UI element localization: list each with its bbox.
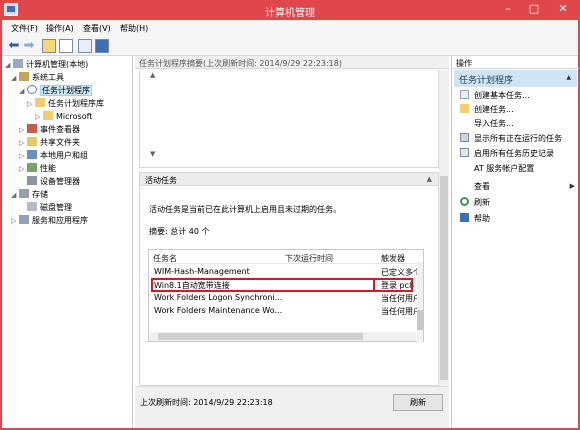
summary-footer: 上次刷新时间: 2014/9/29 22:23:18 刷新 xyxy=(135,386,449,428)
tree-node-task-scheduler[interactable]: ◢ 任务计划程序 xyxy=(19,85,92,97)
users-icon xyxy=(27,150,37,159)
tree-node-services[interactable]: ▷ 服务和应用程序 xyxy=(11,215,88,227)
performance-icon xyxy=(27,163,37,172)
create-task-icon xyxy=(460,104,469,113)
close-button[interactable]: ✕ xyxy=(546,0,580,18)
tree-node-event-viewer[interactable]: ▷ 事件查看器 xyxy=(19,124,80,136)
show-hide-tree-icon[interactable] xyxy=(59,39,73,53)
tree-node-performance[interactable]: ▷ 性能 xyxy=(19,163,56,175)
navigation-tree: ◢ 计算机管理(本地) ◢ 系统工具 ◢ 任务计划程序 ▷ 任务计划程序库 ▷ Micro… xyxy=(2,56,133,428)
computer-icon xyxy=(13,59,23,68)
action-enable-history[interactable]: 启用所有任务历史记录 xyxy=(460,148,554,159)
refresh-button[interactable]: 刷新 xyxy=(393,394,443,411)
minimize-button[interactable]: – xyxy=(494,0,522,18)
actions-pane: 操作 任务计划程序 ▲ 创建基本任务... 创建任务... 导入任务... 显示所… xyxy=(451,56,579,428)
up-folder-icon[interactable] xyxy=(42,39,56,53)
action-view[interactable]: 查看 ▶ xyxy=(460,181,575,192)
event-viewer-icon xyxy=(27,124,37,133)
collapse-section-icon[interactable]: ▲ xyxy=(427,175,432,183)
menu-help[interactable]: 帮助(H) xyxy=(120,23,148,34)
tree-node-shared-folders[interactable]: ▷ 共享文件夹 xyxy=(19,137,80,149)
center-scrollbar[interactable] xyxy=(439,70,449,386)
action-create-basic-task[interactable]: 创建基本任务... xyxy=(460,90,530,101)
storage-icon xyxy=(19,189,29,198)
tree-node-local-users[interactable]: ▷ 本地用户和组 xyxy=(19,150,88,162)
folder-icon xyxy=(43,111,53,120)
actions-header: 操作 xyxy=(452,56,579,69)
table-row[interactable]: Work Folders Logon Synchroni... 当任何用户 xyxy=(152,293,417,305)
list-scrollbar-thumb[interactable] xyxy=(417,310,423,330)
scrollbar-thumb[interactable] xyxy=(440,176,448,380)
menu-action[interactable]: 操作(A) xyxy=(46,23,74,34)
toolbar: ⬅ ➡ xyxy=(2,37,578,56)
title-bar: 计算机管理 – □ ✕ xyxy=(0,0,580,20)
tree-node-device-manager[interactable]: 设备管理器 xyxy=(27,176,80,188)
refresh-icon xyxy=(460,197,469,206)
overview-section: ▲ ▼ xyxy=(139,70,439,168)
tree-node-storage[interactable]: ◢ 存储 xyxy=(11,189,48,201)
actions-section-task-scheduler[interactable]: 任务计划程序 ▲ xyxy=(454,70,577,87)
tools-icon xyxy=(19,72,29,81)
last-refresh-text: 上次刷新时间: 2014/9/29 22:23:18 xyxy=(140,398,273,407)
tree-node-root[interactable]: ◢ 计算机管理(本地) xyxy=(5,59,88,71)
tree-node-disk-management[interactable]: 磁盘管理 xyxy=(27,202,72,214)
tree-node-system-tools[interactable]: ◢ 系统工具 xyxy=(11,72,64,84)
collapse-down-icon[interactable]: ▼ xyxy=(150,150,155,158)
window: 计算机管理 – □ ✕ 文件(F) 操作(A) 查看(V) 帮助(H) ⬅ ➡ … xyxy=(0,0,580,430)
window-title: 计算机管理 xyxy=(265,8,315,19)
running-tasks-icon xyxy=(460,133,469,142)
list-scrollbar[interactable] xyxy=(417,262,423,342)
active-tasks-header[interactable]: 活动任务 ▲ xyxy=(140,173,438,186)
highlight-box-trigger xyxy=(373,278,413,292)
help-icon xyxy=(460,213,469,222)
submenu-arrow-icon: ▶ xyxy=(569,182,575,190)
maximize-button[interactable]: □ xyxy=(520,0,548,18)
collapse-up-icon[interactable]: ▲ xyxy=(566,74,571,81)
action-help[interactable]: 帮助 xyxy=(460,213,490,224)
help-toolbar-icon[interactable] xyxy=(95,39,109,53)
menu-view[interactable]: 查看(V) xyxy=(83,23,111,34)
summary-header: 任务计划程序摘要(上次刷新时间: 2014/9/29 22:23:18) xyxy=(135,56,449,69)
folder-icon xyxy=(35,98,45,107)
tree-node-microsoft[interactable]: ▷ Microsoft xyxy=(35,111,92,123)
tree-node-task-library[interactable]: ▷ 任务计划程序库 xyxy=(27,98,104,110)
table-row[interactable]: Work Folders Maintenance Wo... 当任何用户 xyxy=(152,306,417,318)
forward-arrow-icon[interactable]: ➡ xyxy=(22,39,36,53)
menu-file[interactable]: 文件(F) xyxy=(11,23,38,34)
shared-folder-icon xyxy=(27,137,37,146)
action-at-service-account[interactable]: AT 服务帐户配置 xyxy=(460,163,534,174)
menu-bar: 文件(F) 操作(A) 查看(V) 帮助(H) xyxy=(2,20,578,37)
hscroll-thumb[interactable] xyxy=(158,333,363,340)
history-icon xyxy=(460,148,469,157)
action-refresh[interactable]: 刷新 xyxy=(460,197,490,208)
action-create-task[interactable]: 创建任务... xyxy=(460,104,514,115)
collapse-up-icon[interactable]: ▲ xyxy=(150,71,155,79)
action-show-running-tasks[interactable]: 显示所有正在运行的任务 xyxy=(460,133,562,144)
create-basic-task-icon xyxy=(460,90,469,99)
services-icon xyxy=(19,215,29,224)
highlight-box-name xyxy=(151,278,375,292)
list-horizontal-scrollbar[interactable] xyxy=(150,332,416,341)
active-tasks-description: 活动任务是当前已在此计算机上启用且未过期的任务。 xyxy=(149,205,341,214)
disk-icon xyxy=(27,202,37,211)
device-manager-icon xyxy=(27,176,37,185)
action-import-task[interactable]: 导入任务... xyxy=(460,118,514,129)
active-tasks-list: 任务名 下次运行时间 触发器 WIM-Hash-Management 已定义多个 … xyxy=(148,249,424,342)
properties-icon[interactable] xyxy=(78,39,92,53)
center-pane: 任务计划程序摘要(上次刷新时间: 2014/9/29 22:23:18) ▲ ▼… xyxy=(135,56,449,428)
back-arrow-icon[interactable]: ⬅ xyxy=(7,39,21,53)
clock-icon xyxy=(27,85,37,94)
active-tasks-summary: 摘要: 总计 40 个 xyxy=(149,227,210,236)
main-area: ◢ 计算机管理(本地) ◢ 系统工具 ◢ 任务计划程序 ▷ 任务计划程序库 ▷ Micro… xyxy=(2,56,579,428)
